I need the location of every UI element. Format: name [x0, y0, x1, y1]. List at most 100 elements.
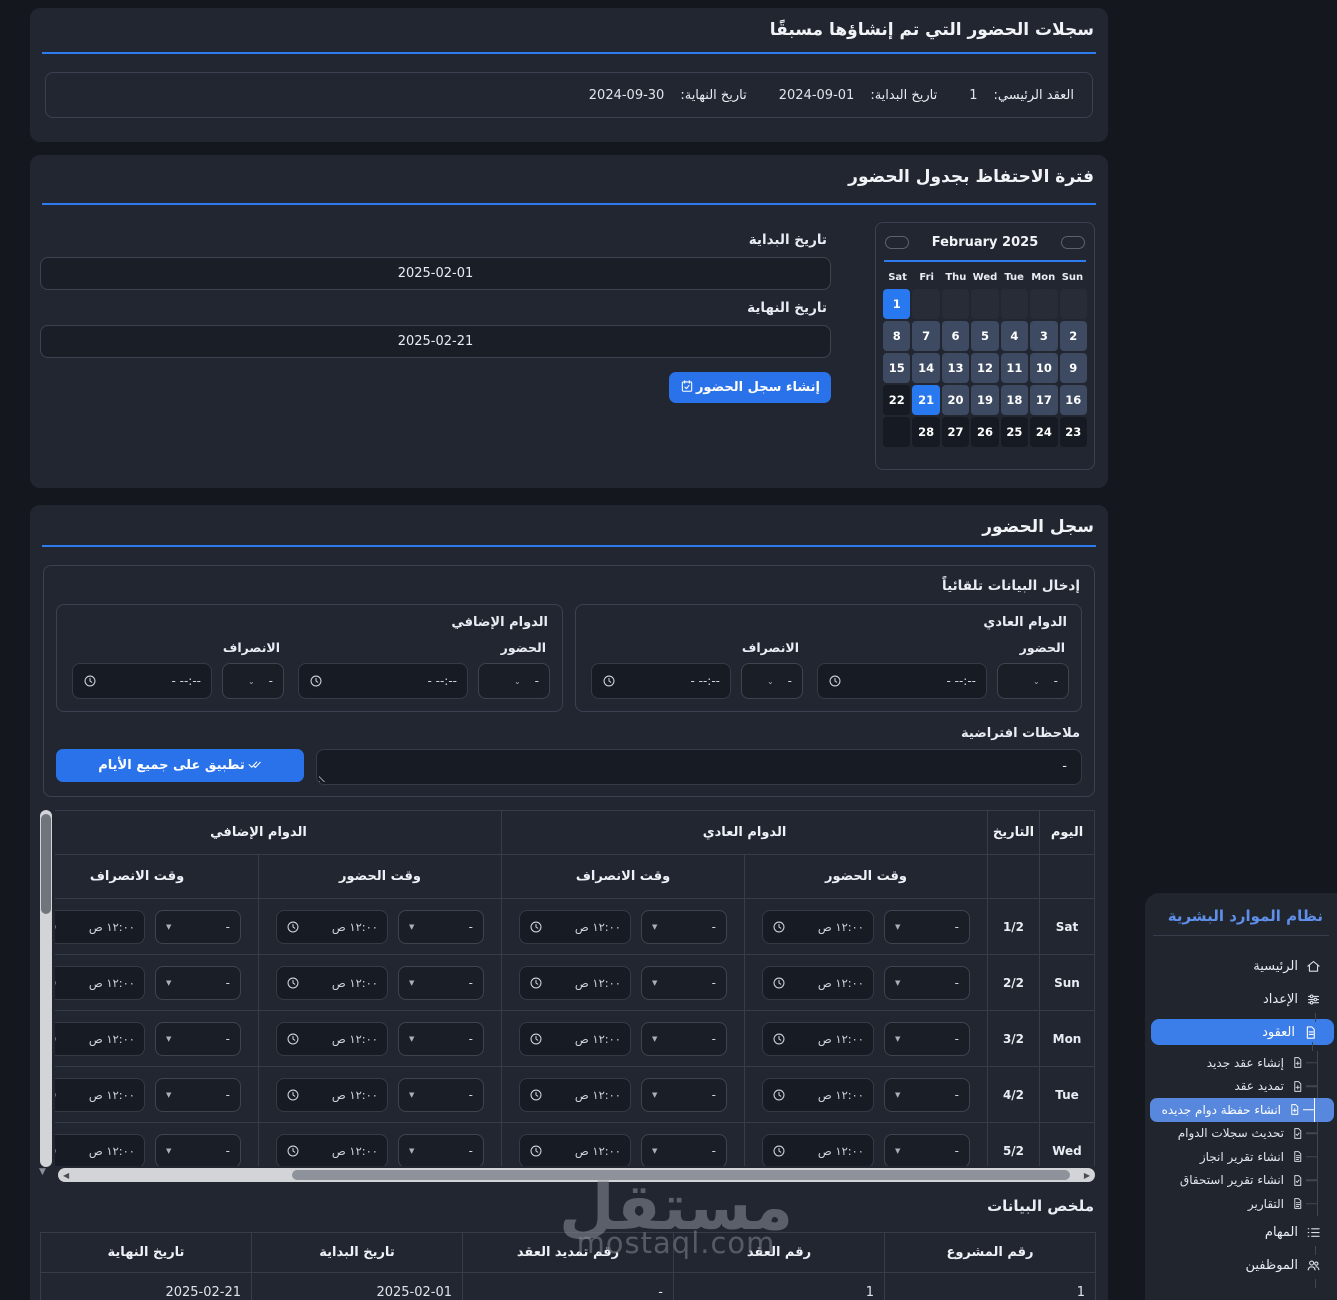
shift-period-select[interactable]: - ▼	[398, 1133, 484, 1166]
sidebar-subitem[interactable]: التقارير	[1145, 1192, 1337, 1216]
scroll-left-arrow-icon[interactable]: ◀	[63, 1171, 69, 1180]
shift-time-input[interactable]: ١٢:٠٠ ص	[519, 965, 631, 1000]
calendar-day[interactable]: 23	[1059, 417, 1087, 447]
sidebar-item[interactable]: العقود	[1151, 1019, 1334, 1051]
calendar-day[interactable]: 11	[1000, 353, 1029, 383]
shift-period-select[interactable]: - ▼	[884, 909, 970, 944]
calendar-day[interactable]: 9	[1059, 353, 1087, 383]
shift-period-select[interactable]: - ▼	[398, 1077, 484, 1112]
shift-time-input[interactable]: ١٢:٠٠ ص	[519, 909, 631, 944]
sidebar-item[interactable]: الرئيسية	[1145, 950, 1337, 983]
shift-time-input[interactable]: ١٢:٠٠ ص	[276, 1021, 388, 1056]
calendar-day[interactable]: 21	[912, 385, 940, 415]
shift-time-input[interactable]: ١٢:٠٠ ص	[762, 965, 874, 1000]
sidebar-item[interactable]: الإعداد	[1145, 983, 1337, 1022]
sidebar-subitem[interactable]: انشاء تقرير استحقاق	[1145, 1168, 1337, 1192]
checkout-time-input[interactable]: --:-- -	[591, 663, 731, 699]
calendar-day[interactable]: 10	[1030, 353, 1058, 383]
calendar-day[interactable]: 14	[912, 353, 940, 383]
calendar-day[interactable]: 15	[883, 353, 911, 383]
calendar-day[interactable]: 17	[1030, 385, 1058, 415]
calendar-day[interactable]: 2	[1059, 321, 1087, 351]
sidebar-subitem[interactable]: إنشاء عقد جديد	[1145, 1051, 1337, 1075]
horizontal-scrollbar[interactable]: ◀ ▶	[58, 1168, 1095, 1182]
shift-period-select[interactable]: - ▼	[398, 909, 484, 944]
checkout-period-select[interactable]: - ⌄	[741, 663, 803, 699]
sidebar-subitem[interactable]: انشاء حفظة دوام جديده	[1150, 1098, 1334, 1122]
create-attendance-button[interactable]: إنشاء سجل الحضور	[668, 372, 831, 403]
shift-time-input[interactable]: ١٢:٠٠ ص	[762, 909, 874, 944]
calendar-day[interactable]: 1	[883, 289, 911, 319]
shift-period-select[interactable]: - ▼	[155, 1077, 241, 1112]
shift-time-input[interactable]: ١٢:٠٠ ص	[55, 909, 145, 944]
end-date-input[interactable]	[40, 325, 831, 358]
shift-period-select[interactable]: - ▼	[884, 1021, 970, 1056]
checkin-time-input[interactable]: --:-- -	[298, 663, 468, 699]
shift-period-select[interactable]: - ▼	[884, 965, 970, 1000]
shift-period-select[interactable]: - ▼	[641, 1133, 727, 1166]
shift-period-select[interactable]: - ▼	[641, 1021, 727, 1056]
scroll-right-arrow-icon[interactable]: ▶	[1084, 1171, 1090, 1180]
shift-time-input[interactable]: ١٢:٠٠ ص	[276, 1077, 388, 1112]
calendar-day[interactable]: 5	[971, 321, 999, 351]
checkout-period-select[interactable]: - ⌄	[222, 663, 284, 699]
checkin-time-input[interactable]: --:-- -	[817, 663, 987, 699]
vertical-scrollbar-thumb[interactable]	[41, 814, 51, 914]
shift-period-select[interactable]: - ▼	[884, 1077, 970, 1112]
shift-time-input[interactable]: ١٢:٠٠ ص	[762, 1021, 874, 1056]
calendar-day[interactable]: 19	[971, 385, 999, 415]
shift-time-input[interactable]: ١٢:٠٠ ص	[519, 1133, 631, 1166]
apply-all-days-button[interactable]: تطبيق على جميع الأيام	[56, 749, 304, 782]
shift-time-input[interactable]: ١٢:٠٠ ص	[55, 1021, 145, 1056]
shift-period-select[interactable]: - ▼	[884, 1133, 970, 1166]
shift-time-input[interactable]: ١٢:٠٠ ص	[762, 1133, 874, 1166]
horizontal-scrollbar-thumb[interactable]	[292, 1170, 1070, 1180]
calendar-day[interactable]: 8	[883, 321, 911, 351]
calendar-day[interactable]: 16	[1059, 385, 1087, 415]
calendar-day[interactable]: 12	[971, 353, 999, 383]
default-notes-input[interactable]: -	[316, 749, 1082, 785]
shift-period-select[interactable]: - ▼	[641, 965, 727, 1000]
shift-period-select[interactable]: - ▼	[155, 965, 241, 1000]
start-date-input[interactable]	[40, 257, 831, 290]
shift-time-input[interactable]: ١٢:٠٠ ص	[762, 1077, 874, 1112]
checkout-time-input[interactable]: --:-- -	[72, 663, 212, 699]
prev-month-button[interactable]	[885, 236, 909, 249]
shift-period-select[interactable]: - ▼	[155, 909, 241, 944]
vertical-scrollbar[interactable]	[40, 810, 52, 1167]
sidebar-item[interactable]: المهام	[1145, 1216, 1337, 1255]
attendance-record-item[interactable]: العقد الرئيسي: 1 تاريخ البداية: 2024-09-…	[45, 72, 1093, 118]
checkin-period-select[interactable]: - ⌄	[997, 663, 1069, 699]
sidebar-subitem[interactable]: تمديد عقد	[1145, 1074, 1337, 1098]
calendar-day[interactable]: 22	[883, 385, 911, 415]
scroll-down-arrow-icon[interactable]: ▼	[39, 1167, 46, 1177]
shift-period-select[interactable]: - ▼	[641, 1077, 727, 1112]
sidebar-subitem[interactable]: تحديث سجلات الدوام	[1145, 1121, 1337, 1145]
calendar-day[interactable]: 24	[1030, 417, 1058, 447]
shift-time-input[interactable]: ١٢:٠٠ ص	[55, 965, 145, 1000]
shift-period-select[interactable]: - ▼	[155, 1021, 241, 1056]
shift-time-input[interactable]: ١٢:٠٠ ص	[519, 1021, 631, 1056]
shift-time-input[interactable]: ١٢:٠٠ ص	[276, 1133, 388, 1166]
calendar-day[interactable]: 28	[912, 417, 940, 447]
shift-period-select[interactable]: - ▼	[641, 909, 727, 944]
sidebar-item[interactable]: الموظفين	[1145, 1249, 1337, 1288]
sidebar-subitem[interactable]: انشاء تقرير انجاز	[1145, 1145, 1337, 1169]
next-month-button[interactable]	[1061, 236, 1085, 249]
calendar-day[interactable]: 26	[971, 417, 999, 447]
calendar-day[interactable]: 3	[1030, 321, 1058, 351]
checkin-period-select[interactable]: - ⌄	[478, 663, 550, 699]
shift-time-input[interactable]: ١٢:٠٠ ص	[519, 1077, 631, 1112]
shift-period-select[interactable]: - ▼	[155, 1133, 241, 1166]
shift-time-input[interactable]: ١٢:٠٠ ص	[55, 1077, 145, 1112]
calendar-day[interactable]: 18	[1000, 385, 1029, 415]
shift-time-input[interactable]: ١٢:٠٠ ص	[276, 909, 388, 944]
calendar-day[interactable]: 6	[941, 321, 970, 351]
calendar-day[interactable]: 27	[941, 417, 970, 447]
calendar-day[interactable]: 25	[1000, 417, 1029, 447]
shift-time-input[interactable]: ١٢:٠٠ ص	[55, 1133, 145, 1166]
shift-time-input[interactable]: ١٢:٠٠ ص	[276, 965, 388, 1000]
shift-period-select[interactable]: - ▼	[398, 1021, 484, 1056]
shift-period-select[interactable]: - ▼	[398, 965, 484, 1000]
calendar-day[interactable]: 7	[912, 321, 940, 351]
